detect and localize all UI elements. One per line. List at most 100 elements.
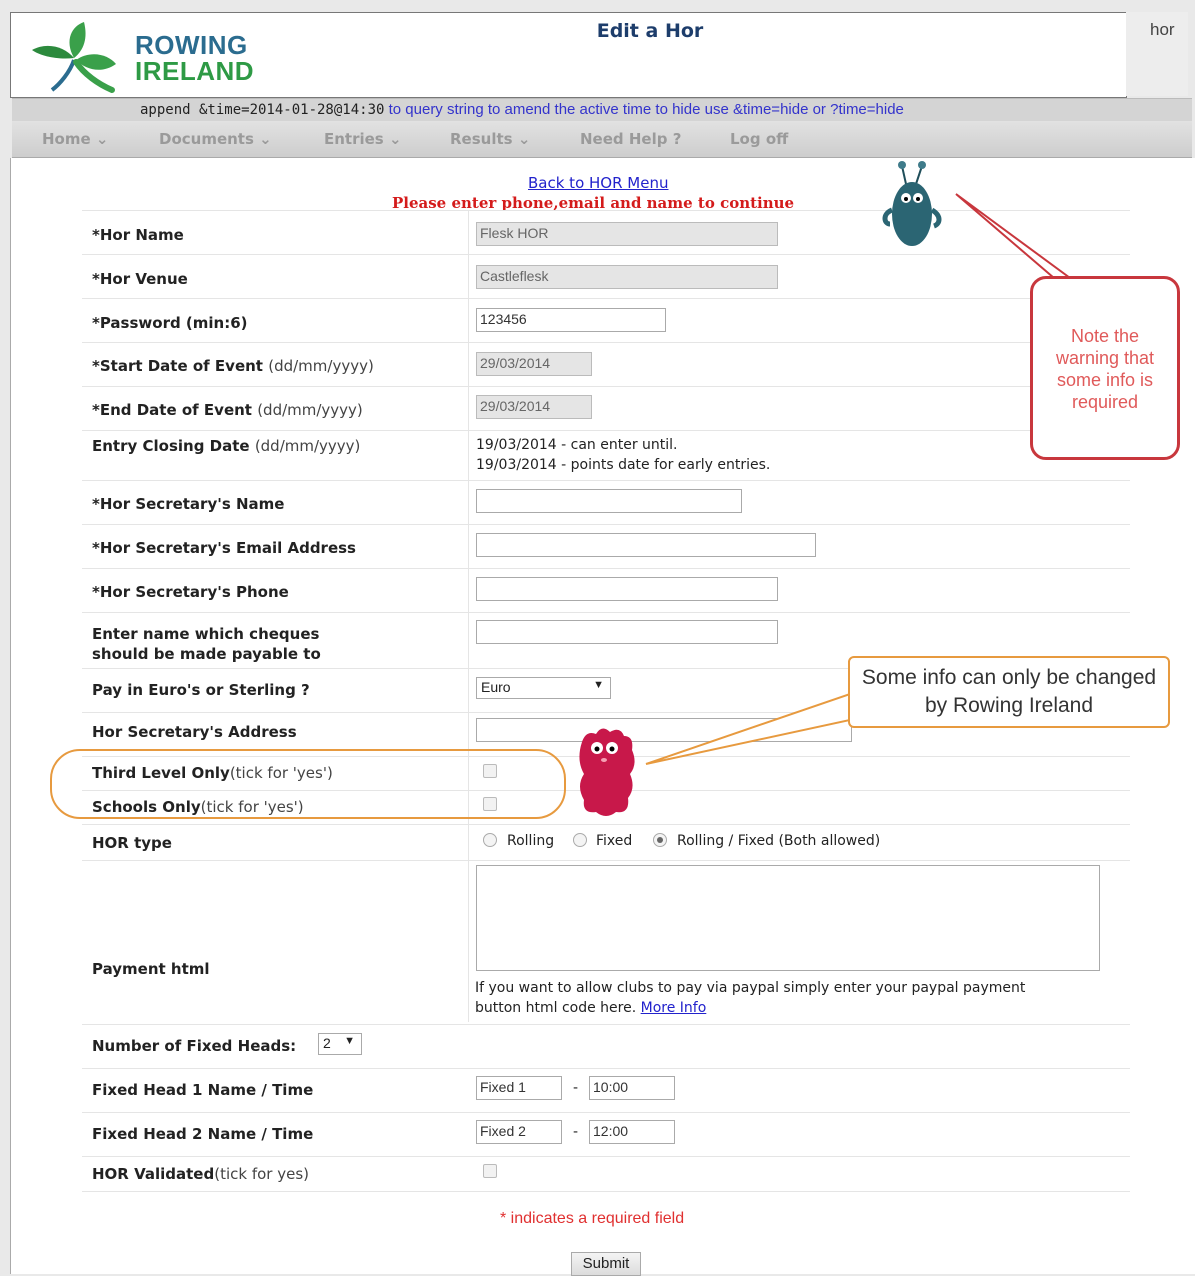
locked-fields-highlight <box>50 749 566 819</box>
time-hint-text: to query string to amend the active time… <box>388 101 904 118</box>
callout-required-info: Note the warning that some info is requi… <box>1030 276 1180 460</box>
submit-button[interactable]: Submit <box>571 1252 641 1276</box>
nav-documents[interactable]: Documents ⌄ <box>159 130 272 148</box>
validated-label: HOR Validated(tick for yes) <box>92 1165 309 1183</box>
nav-entries[interactable]: Entries ⌄ <box>324 130 402 148</box>
time-hint-code: append &time=2014-01-28@14:30 <box>140 102 385 118</box>
blue-monster-icon <box>882 161 942 246</box>
payment-help-line-2: button html code here. More Info <box>475 1000 706 1016</box>
more-info-link[interactable]: More Info <box>641 1000 707 1016</box>
currency-select[interactable]: Euro ▼ <box>476 677 611 699</box>
hor-type-label: HOR type <box>92 834 172 852</box>
end-date-label: *End Date of Event (dd/mm/yyyy) <box>92 401 363 419</box>
password-field[interactable]: 123456 <box>476 308 666 332</box>
nav-entries-label: Entries <box>324 130 384 148</box>
back-to-hor-menu-link[interactable]: Back to HOR Menu <box>528 174 668 192</box>
secretary-name-label: *Hor Secretary's Name <box>92 495 285 513</box>
fixed-head-2-dash: - <box>573 1124 579 1140</box>
callout-2-pointer <box>645 692 851 765</box>
payment-help-line-1: If you want to allow clubs to pay via pa… <box>475 980 1026 996</box>
time-hint-bar: append &time=2014-01-28@14:30 to query s… <box>12 98 1192 121</box>
nav-log-off-label: Log off <box>730 130 789 148</box>
chevron-down-icon: ⌄ <box>95 130 109 148</box>
radio-rolling-fixed[interactable] <box>653 833 667 847</box>
dropdown-arrow-icon: ▼ <box>593 679 604 691</box>
fixed-head-1-time-input[interactable]: 10:00 <box>589 1076 675 1100</box>
chevron-down-icon: ⌄ <box>259 130 272 148</box>
logo-text: ROWING IRELAND <box>135 32 254 84</box>
secretary-phone-label: *Hor Secretary's Phone <box>92 583 289 601</box>
fixed-heads-value: 2 <box>323 1035 331 1051</box>
payment-html-label: Payment html <box>92 960 210 978</box>
rowing-ireland-logo-icon <box>32 22 116 93</box>
start-date-hint: (dd/mm/yyyy) <box>268 357 374 375</box>
fixed-head-1-dash: - <box>573 1080 579 1096</box>
currency-value: Euro <box>481 679 511 695</box>
closing-date-label: Entry Closing Date (dd/mm/yyyy) <box>92 437 360 455</box>
end-date-hint: (dd/mm/yyyy) <box>257 401 363 419</box>
time-hint: append &time=2014-01-28@14:30 to query s… <box>140 101 904 118</box>
nav-log-off[interactable]: Log off <box>730 130 788 148</box>
password-label: *Password (min:6) <box>92 314 248 332</box>
row-start-date: *Start Date of Event (dd/mm/yyyy) <box>82 342 1130 387</box>
cheque-name-label-1: Enter name which cheques <box>92 625 320 643</box>
fixed-head-2-time-input[interactable]: 12:00 <box>589 1120 675 1144</box>
nav-need-help[interactable]: Need Help ? <box>580 130 681 148</box>
pink-monster-icon <box>579 728 635 816</box>
chevron-down-icon: ⌄ <box>388 130 402 148</box>
secretary-address-label: Hor Secretary's Address <box>92 723 297 741</box>
nav-results-label: Results <box>450 130 513 148</box>
radio-fixed[interactable] <box>573 833 587 847</box>
closing-date-hint: (dd/mm/yyyy) <box>254 437 361 455</box>
dropdown-arrow-icon: ▼ <box>344 1035 355 1047</box>
secretary-name-input[interactable] <box>476 489 742 513</box>
start-date-label-text: *Start Date of Event <box>92 357 263 375</box>
nav-home-label: Home <box>42 130 91 148</box>
nav-need-help-label: Need Help ? <box>580 130 682 148</box>
hor-name-label: *Hor Name <box>92 226 184 244</box>
payment-help-line-2-text: button html code here. <box>475 1000 637 1016</box>
radio-rolling-fixed-label: Rolling / Fixed (Both allowed) <box>677 833 881 849</box>
closing-date-line-2: 19/03/2014 - points date for early entri… <box>476 457 771 473</box>
validated-checkbox[interactable] <box>483 1164 497 1178</box>
validated-label-text: HOR Validated <box>92 1165 215 1183</box>
page-title: Edit a Hor <box>596 20 704 42</box>
fixed-head-2-name-input[interactable]: Fixed 2 <box>476 1120 562 1144</box>
callout-required-text: Note the warning that some info is requi… <box>1055 326 1155 412</box>
logo-line-2: IRELAND <box>135 56 255 86</box>
closing-date-label-text: Entry Closing Date <box>92 437 250 455</box>
chevron-down-icon: ⌄ <box>517 130 531 148</box>
nav-documents-label: Documents <box>159 130 254 148</box>
fixed-head-1-label: Fixed Head 1 Name / Time <box>92 1081 314 1099</box>
row-validated: HOR Validated(tick for yes) <box>82 1156 1130 1192</box>
validated-hint: (tick for yes) <box>214 1165 309 1183</box>
secretary-phone-input[interactable] <box>476 577 778 601</box>
radio-rolling-label: Rolling <box>507 833 555 849</box>
logo-line-1: ROWING <box>135 30 248 60</box>
nav-home[interactable]: Home ⌄ <box>42 130 108 148</box>
user-name: hor <box>1150 20 1175 39</box>
cheque-name-label-2: should be made payable to <box>92 645 321 663</box>
closing-date-line-1: 19/03/2014 - can enter until. <box>476 437 678 453</box>
start-date-field: 29/03/2014 <box>476 352 592 376</box>
radio-rolling[interactable] <box>483 833 497 847</box>
callout-locked-info: Some info can only be changed by Rowing … <box>848 656 1170 728</box>
start-date-label: *Start Date of Event (dd/mm/yyyy) <box>92 357 374 375</box>
row-fixed-heads: Number of Fixed Heads: <box>82 1024 1130 1069</box>
hor-venue-field: Castleflesk <box>476 265 778 289</box>
secretary-email-input[interactable] <box>476 533 816 557</box>
payment-html-textarea[interactable] <box>476 865 1100 971</box>
required-field-note: * indicates a required field <box>500 1210 685 1227</box>
fixed-heads-label: Number of Fixed Heads: <box>92 1037 297 1055</box>
secretary-email-label: *Hor Secretary's Email Address <box>92 539 356 557</box>
end-date-field: 29/03/2014 <box>476 395 592 419</box>
fixed-head-1-name-input[interactable]: Fixed 1 <box>476 1076 562 1100</box>
hor-venue-label: *Hor Venue <box>92 270 188 288</box>
currency-label: Pay in Euro's or Sterling ? <box>92 681 310 699</box>
cheque-name-input[interactable] <box>476 620 778 644</box>
row-end-date: *End Date of Event (dd/mm/yyyy) <box>82 386 1130 431</box>
callout-locked-text: Some info can only be changed by Rowing … <box>861 666 1157 717</box>
end-date-label-text: *End Date of Event <box>92 401 252 419</box>
nav-results[interactable]: Results ⌄ <box>450 130 530 148</box>
fixed-heads-select[interactable]: 2 ▼ <box>318 1033 362 1055</box>
